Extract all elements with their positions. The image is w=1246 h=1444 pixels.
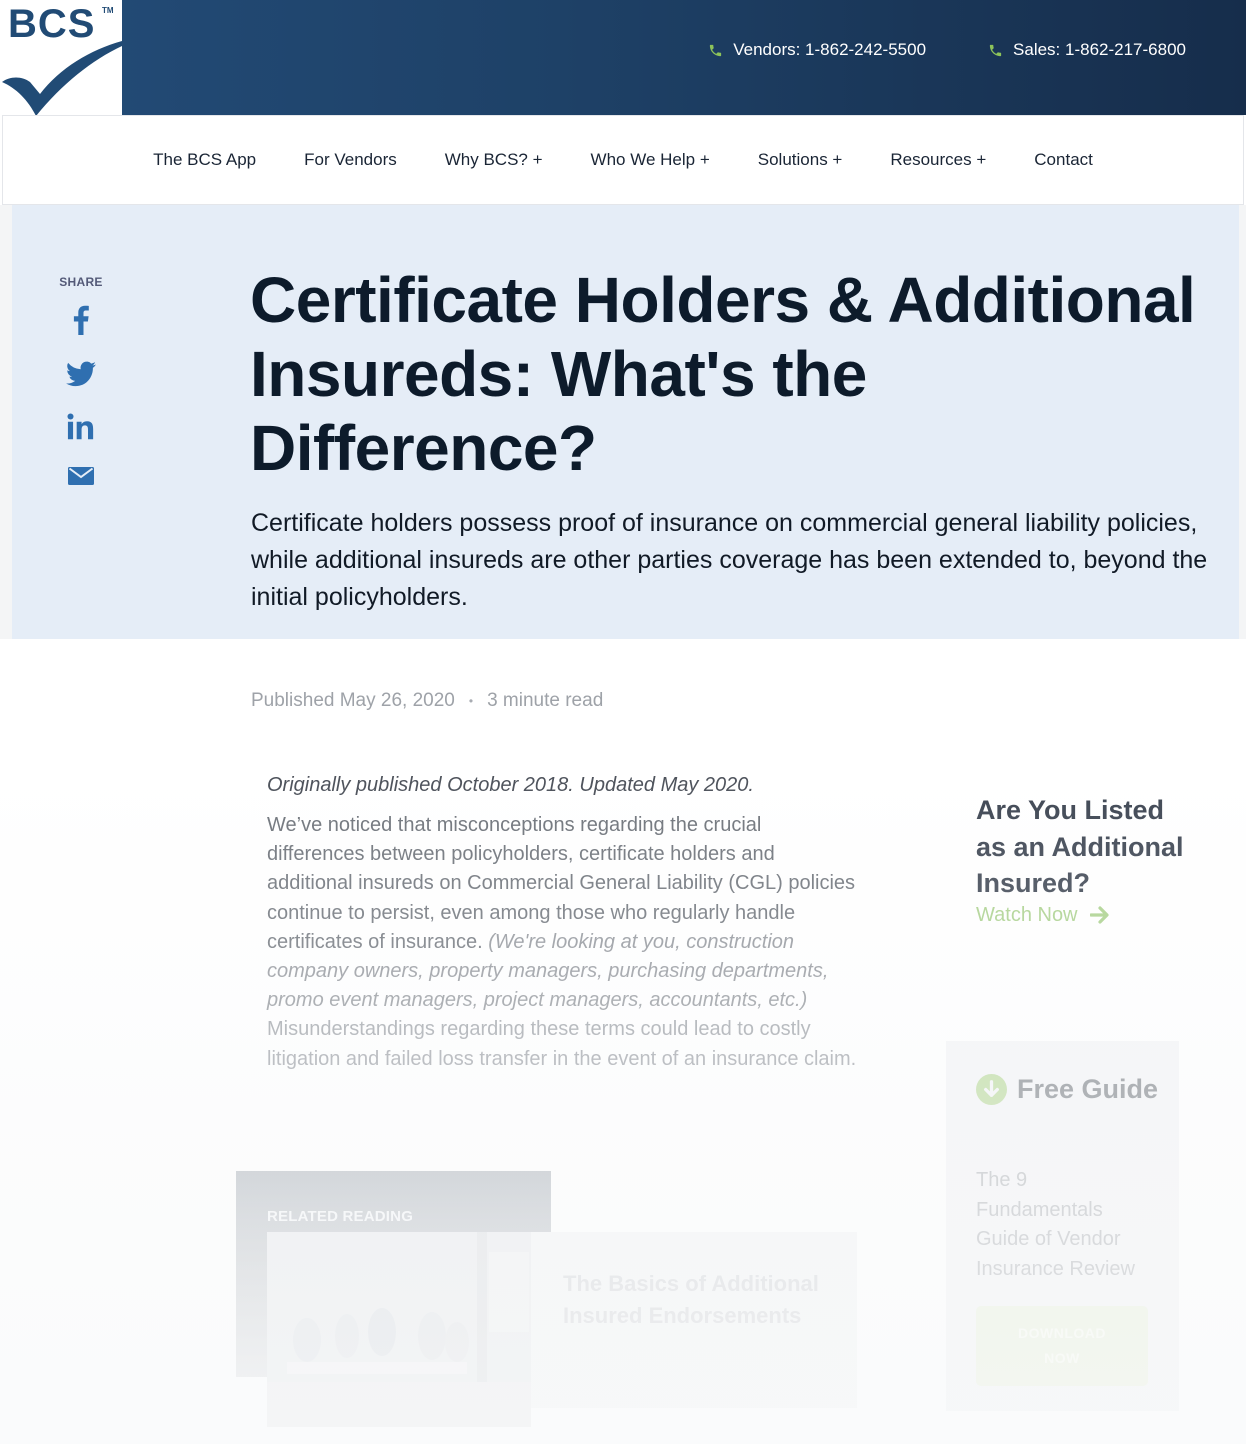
meta-separator: • (468, 694, 474, 708)
download-now-label: DOWNLOAD NOW (1018, 1325, 1106, 1366)
share-bar: SHARE (59, 275, 103, 511)
read-time: 3 minute read (487, 690, 604, 711)
page-margin-left (0, 205, 12, 639)
logo-trademark: TM (102, 6, 114, 15)
phone-icon (710, 44, 722, 56)
linkedin-icon[interactable] (67, 413, 95, 441)
phone-icon (989, 44, 1002, 56)
guide-heading-text: Free Guide (1017, 1074, 1159, 1104)
email-icon[interactable] (68, 467, 94, 485)
article-meta: Published May 26, 2020 • 3 minute read (251, 690, 603, 712)
bcs-logo[interactable]: BCS TM (0, 0, 122, 116)
vendors-phone-label: Vendors: 1-862-242-5500 (733, 40, 927, 59)
watch-now-link[interactable]: Watch Now (976, 904, 1196, 927)
nav-item-resources[interactable]: Resources + (890, 150, 986, 170)
page-title: Certificate Holders & Additional Insured… (250, 264, 1196, 484)
arrow-right-icon (1089, 906, 1109, 924)
cta-title: Are You Listed as an Additional Insured? (976, 795, 1184, 898)
nav-item-who-we-help[interactable]: Who We Help + (591, 150, 710, 170)
guide-description: The 9 Fundamentals Guide of Vendor Insur… (976, 1169, 1135, 1280)
video-cta: Are You Listed as an Additional Insured?… (976, 792, 1196, 927)
main-nav: The BCS App For Vendors Why BCS? + Who W… (2, 115, 1244, 205)
hero-section: SHARE Certificate Holders & Additional I… (12, 205, 1239, 639)
phone-contacts: Vendors: 1-862-242-5500 Sales: 1-862-217… (708, 40, 1186, 60)
nav-item-for-vendors[interactable]: For Vendors (304, 150, 397, 170)
watch-now-label: Watch Now (976, 903, 1078, 926)
published-date: Published May 26, 2020 (251, 690, 455, 711)
original-publish-note: Originally published October 2018. Updat… (267, 774, 754, 796)
article-body: Originally published October 2018. Updat… (267, 774, 857, 1074)
guide-heading: Free Guide (976, 1071, 1166, 1107)
twitter-icon[interactable] (66, 361, 96, 387)
intro-paragraph: We’ve noticed that misconceptions regard… (267, 811, 857, 1074)
share-label: SHARE (59, 275, 103, 289)
facebook-icon[interactable] (73, 305, 89, 335)
related-article-image[interactable] (267, 1232, 531, 1427)
sales-phone-label: Sales: 1-862-217-6800 (1013, 40, 1186, 59)
related-article-title[interactable]: The Basics of Additional Insured Endorse… (563, 1268, 823, 1332)
meeting-photo (267, 1232, 531, 1427)
free-guide-card: Free Guide The 9 Fundamentals Guide of V… (946, 1041, 1179, 1411)
page-summary: Certificate holders possess proof of ins… (251, 509, 1208, 611)
top-bar: BCS TM Vendors: 1-862-242-5500 Sales: 1-… (0, 0, 1246, 116)
nav-item-contact[interactable]: Contact (1034, 150, 1093, 170)
intro-text-end: Misunderstandings regarding these terms … (267, 1018, 857, 1070)
nav-item-bcs-app[interactable]: The BCS App (153, 150, 256, 170)
vendors-phone[interactable]: Vendors: 1-862-242-5500 (708, 40, 926, 60)
checkmark-icon (2, 41, 122, 116)
nav-item-why-bcs[interactable]: Why BCS? + (445, 150, 543, 170)
download-now-button[interactable]: DOWNLOAD NOW (976, 1306, 1148, 1386)
related-reading-label: RELATED READING (267, 1208, 414, 1225)
nav-item-solutions[interactable]: Solutions + (758, 150, 843, 170)
download-circle-icon (976, 1073, 1007, 1105)
sales-phone[interactable]: Sales: 1-862-217-6800 (988, 40, 1186, 60)
page-margin-right (1239, 205, 1246, 639)
